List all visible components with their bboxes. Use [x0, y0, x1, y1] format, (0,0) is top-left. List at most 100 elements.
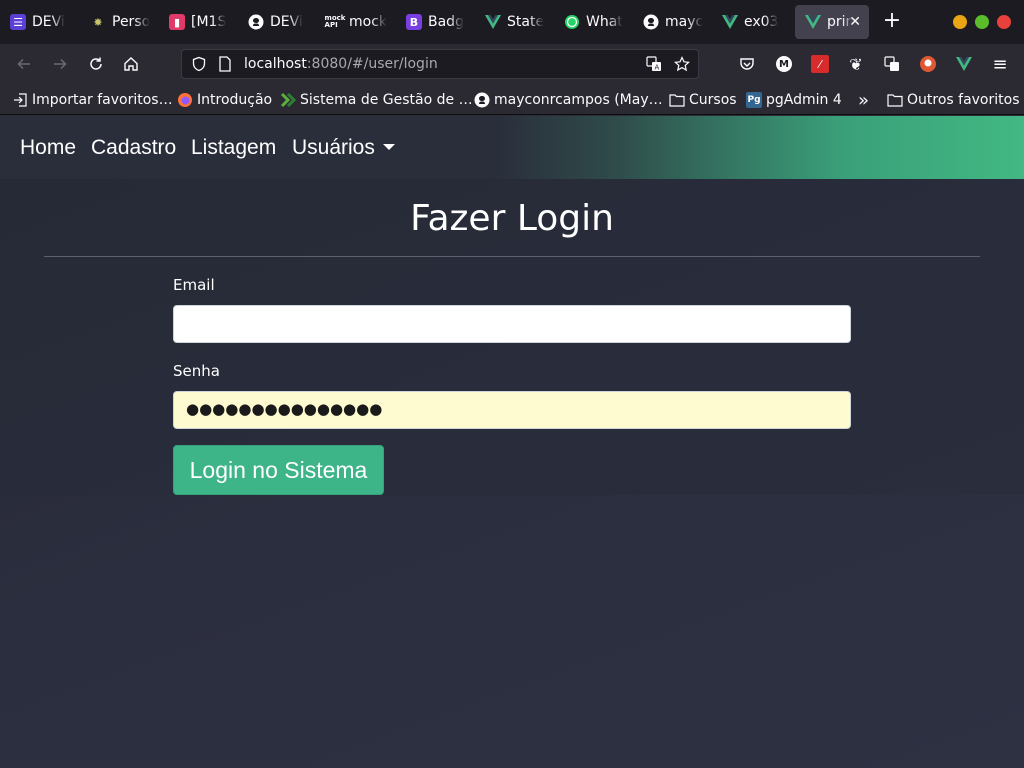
- password-field[interactable]: ●●●●●●●●●●●●●●●: [173, 391, 851, 429]
- password-label: Senha: [173, 362, 220, 380]
- folder-icon: [887, 92, 903, 108]
- browser-tab[interactable]: State: [475, 5, 553, 39]
- tab-label: DEVi: [32, 14, 65, 30]
- back-button[interactable]: [12, 52, 36, 76]
- browser-tab-active[interactable]: prin ✕: [795, 5, 869, 39]
- browser-tab[interactable]: ☰ DEVi: [0, 5, 78, 39]
- bookmark-item[interactable]: mayconrcampos (May…: [474, 90, 663, 110]
- arrow-right-icon: [54, 58, 67, 70]
- reload-button[interactable]: [84, 52, 108, 76]
- import-icon: [12, 92, 28, 108]
- pocket-button[interactable]: [735, 52, 759, 76]
- extension-button[interactable]: M: [772, 52, 796, 76]
- chevron-double-right-icon: »: [858, 89, 870, 111]
- browser-tab[interactable]: ▮ [M1S: [159, 5, 237, 39]
- maximize-button[interactable]: [975, 15, 989, 29]
- browser-tab[interactable]: ✸ Perso: [80, 5, 158, 39]
- tab-label: mayc: [665, 14, 704, 30]
- browser-tab[interactable]: B Badg: [396, 5, 474, 39]
- minimize-button[interactable]: [953, 15, 967, 29]
- translate-icon[interactable]: A: [646, 56, 662, 72]
- new-tab-button[interactable]: +: [880, 10, 904, 34]
- bookmark-label: Outros favoritos: [907, 92, 1020, 108]
- whatsapp-icon: [564, 14, 580, 30]
- palette-icon: ✸: [93, 15, 103, 29]
- bookmark-folder[interactable]: Outros favoritos: [887, 90, 1020, 110]
- mockapi-icon: mock API: [324, 14, 346, 29]
- bookmark-star-icon[interactable]: [674, 56, 690, 72]
- page-title: Fazer Login: [410, 198, 614, 239]
- url-text[interactable]: localhost:8080/#/user/login: [244, 56, 438, 72]
- translate-extension-icon: [884, 56, 899, 71]
- bookmark-item[interactable]: Pg pgAdmin 4: [746, 90, 842, 110]
- caret-down-icon: [382, 144, 395, 150]
- hamburger-icon: ≡: [992, 53, 1008, 75]
- extension-button[interactable]: ⁄: [808, 52, 832, 76]
- m-extension-icon: M: [776, 56, 792, 72]
- browser-tab[interactable]: ex03: [712, 5, 790, 39]
- bookmarks-overflow-button[interactable]: »: [858, 89, 870, 111]
- nav-dropdown-usuarios[interactable]: Usuários: [292, 136, 395, 160]
- tab-label: DEVi: [270, 14, 303, 30]
- tab-label: Badg: [428, 14, 464, 30]
- tab-label: Perso: [112, 14, 151, 30]
- svg-text:A: A: [655, 64, 660, 72]
- nav-link-home[interactable]: Home: [20, 136, 76, 160]
- url-bar[interactable]: localhost:8080/#/user/login A: [181, 49, 699, 79]
- menu-button[interactable]: ≡: [988, 52, 1012, 76]
- vue-devtools-icon: [956, 57, 972, 71]
- bootstrap-icon: B: [406, 14, 422, 30]
- nav-dropdown-label: Usuários: [292, 136, 375, 159]
- browser-tab[interactable]: mock API mock: [317, 5, 395, 39]
- tab-label: What: [586, 14, 623, 30]
- email-field[interactable]: [173, 305, 851, 343]
- wand-extension-icon: ⁄: [811, 55, 829, 73]
- github-icon: [248, 14, 264, 30]
- vue-icon: [805, 14, 821, 30]
- pocket-icon: [740, 58, 754, 70]
- browser-tab[interactable]: mayc: [633, 5, 711, 39]
- nav-link-listagem[interactable]: Listagem: [191, 136, 276, 160]
- browser-toolbar: localhost:8080/#/user/login A M ⁄ ❦ ≡: [0, 44, 1024, 84]
- extension-button[interactable]: [916, 52, 940, 76]
- arrow-left-icon: [17, 58, 30, 70]
- bookmark-label: Sistema de Gestão de …: [300, 92, 473, 108]
- firefox-icon: [177, 92, 193, 108]
- page-icon[interactable]: [217, 56, 233, 72]
- vue-icon: [722, 14, 738, 30]
- nav-link-cadastro[interactable]: Cadastro: [91, 136, 176, 160]
- bookmark-item[interactable]: Introdução: [177, 90, 272, 110]
- browser-tab[interactable]: What: [554, 5, 632, 39]
- github-icon: [474, 92, 490, 108]
- browser-tab[interactable]: DEVi: [238, 5, 316, 39]
- reload-icon: [90, 57, 102, 70]
- bookmark-item[interactable]: Importar favoritos…: [12, 90, 173, 110]
- folder-icon: [669, 92, 685, 108]
- tab-strip: ☰ DEVi ✸ Perso ▮ [M1S DEVi mock API mock …: [0, 0, 1024, 44]
- close-icon[interactable]: ✕: [849, 14, 861, 30]
- trello-icon: ▮: [169, 14, 185, 30]
- extension-button[interactable]: ❦: [844, 52, 868, 76]
- home-button[interactable]: [119, 52, 143, 76]
- password-value: ●●●●●●●●●●●●●●●: [186, 400, 383, 418]
- extension-button[interactable]: [952, 52, 976, 76]
- home-icon: [124, 57, 138, 71]
- title-divider: [44, 256, 980, 257]
- email-label: Email: [173, 276, 215, 294]
- shield-icon[interactable]: [191, 56, 207, 72]
- tab-label: State: [507, 14, 545, 30]
- bookmark-item[interactable]: Sistema de Gestão de …: [280, 90, 473, 110]
- bookmark-folder[interactable]: Cursos: [669, 90, 737, 110]
- tab-label: mock: [349, 14, 388, 30]
- forward-button[interactable]: [48, 52, 72, 76]
- tab-label: [M1S: [191, 14, 227, 30]
- extension-button[interactable]: [880, 52, 904, 76]
- close-window-button[interactable]: [997, 15, 1011, 29]
- tab-label: ex03: [744, 14, 779, 30]
- github-icon: [643, 14, 659, 30]
- app-navbar: Home Cadastro Listagem Usuários: [0, 116, 1024, 179]
- login-button[interactable]: Login no Sistema: [173, 445, 384, 495]
- vue-icon: [485, 14, 501, 30]
- bookmark-label: Importar favoritos…: [32, 92, 173, 108]
- duckduckgo-icon: [920, 56, 936, 72]
